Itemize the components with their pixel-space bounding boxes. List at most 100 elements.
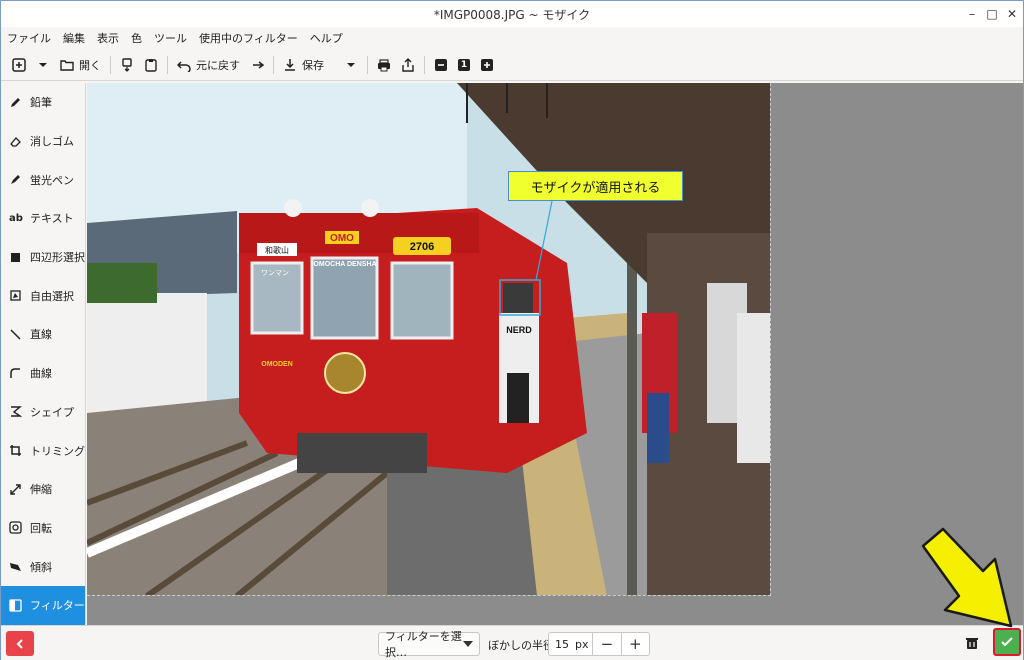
pencil-icon <box>11 97 20 107</box>
undo-label: 元に戻す <box>196 58 240 72</box>
plus-icon <box>481 58 493 71</box>
tool-eraser[interactable]: 消しゴム <box>1 122 85 161</box>
menu-tools[interactable]: ツール <box>154 30 187 46</box>
toolbar-separator <box>167 55 168 74</box>
train-destination: 和歌山 <box>265 245 289 255</box>
tool-curve[interactable]: 曲線 <box>1 354 85 393</box>
tools-sidebar: 鉛筆 消しゴム 蛍光ペン ab テキスト 四辺形選択 自由選択 直線 曲線 シェイ… <box>1 83 86 625</box>
undo-button[interactable]: 元に戻す <box>172 53 245 77</box>
minimize-icon[interactable]: – <box>963 5 981 23</box>
highlighter-icon <box>11 175 20 185</box>
filter-select[interactable]: フィルターを選択… <box>378 630 480 659</box>
tool-label: 曲線 <box>30 367 52 381</box>
window-title: *IMGP0008.JPG ~ モザイク <box>433 8 591 22</box>
tool-filters[interactable]: フィルター <box>1 585 85 625</box>
toolbar-separator <box>110 55 111 74</box>
tool-shape[interactable]: シェイプ <box>1 393 85 432</box>
blur-radius-unit: px <box>575 637 589 651</box>
tool-free-select[interactable]: 自由選択 <box>1 276 85 315</box>
minus-icon <box>435 58 447 71</box>
maximize-icon[interactable]: □ <box>983 5 1001 23</box>
menu-color[interactable]: 色 <box>131 30 142 46</box>
filter-icon <box>9 599 22 612</box>
dropdown-arrow-icon <box>347 62 355 67</box>
tool-scale[interactable]: 伸縮 <box>1 470 85 509</box>
share-icon <box>402 57 414 72</box>
line-icon <box>10 329 21 340</box>
pointer-arrow-icon <box>921 527 1013 628</box>
text-tool-icon: ab <box>9 212 23 224</box>
tool-text[interactable]: ab テキスト <box>1 199 85 238</box>
import-button[interactable] <box>115 53 139 77</box>
tool-label: 蛍光ペン <box>30 173 74 187</box>
skew-icon <box>10 563 21 572</box>
share-button[interactable] <box>396 53 420 77</box>
tool-label: 四辺形選択 <box>30 251 85 265</box>
tool-highlighter[interactable]: 蛍光ペン <box>1 160 85 199</box>
tool-pencil[interactable]: 鉛筆 <box>1 83 85 122</box>
plus-square-icon <box>12 57 26 72</box>
train-number: 2706 <box>410 241 434 253</box>
free-select-icon <box>10 290 21 301</box>
toolbar-separator <box>273 55 274 74</box>
menu-help[interactable]: ヘルプ <box>310 30 343 46</box>
eraser-icon <box>10 136 21 147</box>
back-button[interactable] <box>6 631 34 656</box>
paste-button[interactable] <box>139 53 163 77</box>
new-dropdown[interactable] <box>31 53 55 77</box>
printer-icon <box>378 58 390 71</box>
tool-label: 伸縮 <box>30 483 52 497</box>
tool-label: シェイプ <box>30 405 74 419</box>
tool-crop[interactable]: トリミング <box>1 431 85 470</box>
print-button[interactable] <box>372 53 396 77</box>
menu-file[interactable]: ファイル <box>7 30 51 46</box>
dropdown-arrow-icon <box>463 641 473 647</box>
menu-bar: ファイル 編集 表示 色 ツール 使用中のフィルター ヘルプ <box>1 27 1023 49</box>
tool-label: 回転 <box>30 521 52 535</box>
increase-button[interactable]: + <box>620 633 649 655</box>
photo-canvas[interactable]: OMO 2706 OMOCHA DENSHA 和歌山 ワンマン OMODEN N… <box>87 83 771 596</box>
save-button[interactable]: 保存 <box>278 53 329 77</box>
open-label: 開く <box>79 58 101 72</box>
zoom-value: 1 <box>458 58 470 71</box>
train-side-text: OMODEN <box>261 361 293 368</box>
menu-active-filters[interactable]: 使用中のフィルター <box>199 30 298 46</box>
menu-edit[interactable]: 編集 <box>63 30 85 46</box>
rotate-icon <box>9 521 22 535</box>
zoom-out-button[interactable] <box>429 53 453 77</box>
train-name: OMOCHA DENSHA <box>313 261 376 268</box>
import-icon <box>122 57 132 72</box>
zoom-reset-button[interactable]: 1 <box>453 53 475 77</box>
apply-button[interactable] <box>993 628 1021 656</box>
curve-icon <box>10 367 20 378</box>
tool-label: テキスト <box>30 212 74 226</box>
tool-rect-select[interactable]: 四辺形選択 <box>1 238 85 277</box>
blur-radius-field[interactable]: 15 px <box>549 638 592 651</box>
tool-label: トリミング <box>30 444 85 458</box>
scale-icon <box>10 484 21 495</box>
redo-button[interactable] <box>245 53 269 77</box>
menu-view[interactable]: 表示 <box>97 30 119 46</box>
app-window: *IMGP0008.JPG ~ モザイク – □ ✕ ファイル 編集 表示 色 … <box>0 0 1024 660</box>
blur-radius-spinner[interactable]: 15 px − + <box>548 632 650 656</box>
canvas-area[interactable]: OMO 2706 OMOCHA DENSHA 和歌山 ワンマン OMODEN N… <box>87 83 1023 625</box>
open-button[interactable]: 開く <box>55 53 106 77</box>
tool-skew[interactable]: 傾斜 <box>1 547 85 586</box>
rect-select-icon <box>11 252 20 262</box>
blur-radius-label: ぼかしの半径 <box>488 639 554 652</box>
trash-icon[interactable] <box>964 635 980 651</box>
dropdown-arrow-icon <box>39 62 47 67</box>
decrease-button[interactable]: − <box>592 633 620 655</box>
folder-icon <box>60 59 74 71</box>
tool-label: 鉛筆 <box>30 96 52 110</box>
checkmark-icon <box>1001 637 1013 647</box>
title-bar: *IMGP0008.JPG ~ モザイク – □ ✕ <box>1 1 1023 27</box>
save-dropdown[interactable] <box>339 53 363 77</box>
close-icon[interactable]: ✕ <box>1003 5 1021 23</box>
tool-line[interactable]: 直線 <box>1 315 85 354</box>
new-button[interactable] <box>7 53 31 77</box>
train-sign-omo: OMO <box>330 233 354 244</box>
tool-rotate[interactable]: 回転 <box>1 509 85 548</box>
zoom-in-button[interactable] <box>475 53 499 77</box>
bottom-bar: フィルターを選択… ぼかしの半径 15 px − + <box>1 625 1023 660</box>
